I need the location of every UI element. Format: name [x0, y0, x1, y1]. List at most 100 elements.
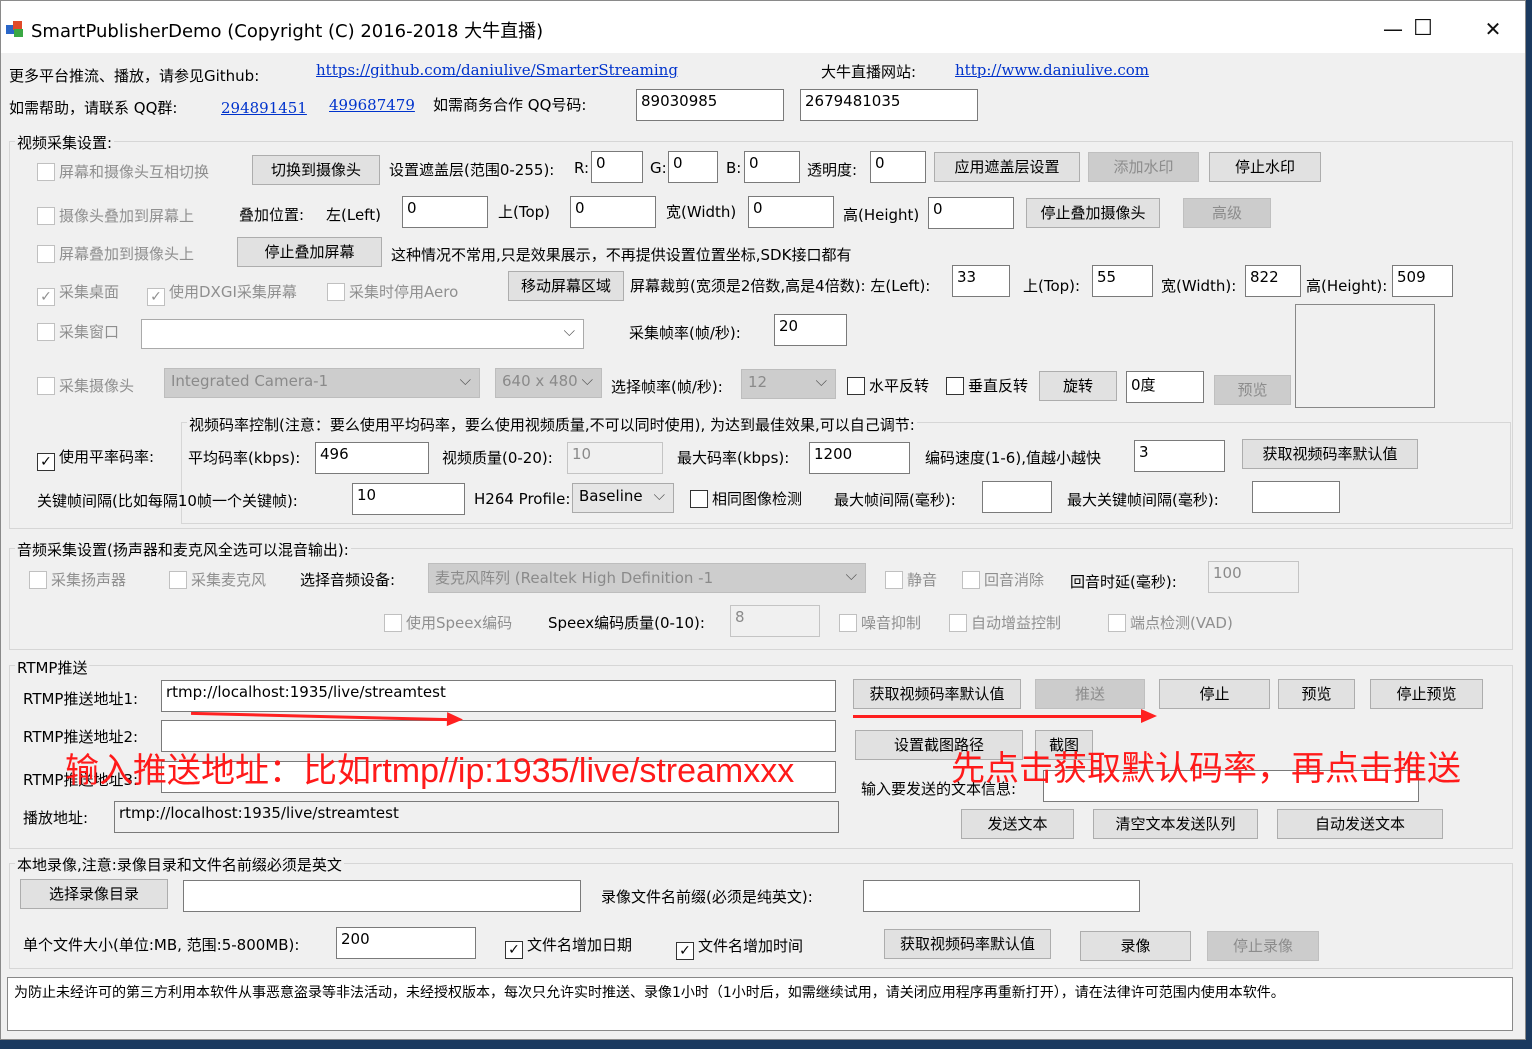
qq1-field[interactable]: 89030985: [636, 89, 784, 121]
prefix-input[interactable]: [863, 880, 1140, 912]
crop-top-input[interactable]: 55: [1092, 265, 1153, 297]
top-input[interactable]: 0: [570, 196, 656, 228]
rtmp-url1-label: RTMP推送地址1:: [23, 690, 139, 708]
crop-width-label: 宽(Width):: [1161, 277, 1237, 295]
fps-input[interactable]: 20: [774, 314, 847, 346]
add-time-checkbox[interactable]: ✓ 文件名增加时间: [676, 936, 803, 960]
clear-queue-button[interactable]: 清空文本发送队列: [1093, 809, 1258, 839]
get-default-bitrate-button[interactable]: 获取视频码率默认值: [1242, 439, 1418, 469]
stop-cam-overlay-button[interactable]: 停止叠加摄像头: [1026, 198, 1160, 228]
prefix-label: 录像文件名前缀(必须是纯英文):: [601, 888, 813, 906]
overlay-note: 这种情况不常用,只是效果展示，不再提供设置位置坐标,SDK接口都有: [391, 246, 852, 264]
switch-checkbox[interactable]: 屏幕和摄像头互相切换: [37, 162, 209, 182]
resolution-select[interactable]: 640 x 480 ⌵: [495, 368, 602, 398]
audio-device-select[interactable]: 麦克风阵列 (Realtek High Definition -1 ⌵: [428, 563, 866, 593]
vflip-checkbox[interactable]: 垂直反转: [946, 376, 1028, 396]
stop-screen-overlay-button[interactable]: 停止叠加屏幕: [237, 237, 382, 267]
quality-input[interactable]: 10: [567, 442, 663, 474]
advanced-button[interactable]: 高级: [1183, 198, 1271, 228]
biz-label: 如需商务合作 QQ号码:: [433, 96, 587, 114]
b-input[interactable]: 0: [744, 151, 800, 183]
alpha-label: 透明度:: [807, 161, 858, 179]
add-watermark-button[interactable]: 添加水印: [1088, 152, 1199, 182]
send-text-button[interactable]: 发送文本: [961, 809, 1074, 839]
use-avg-checkbox[interactable]: ✓ 使用平率码率:: [37, 447, 154, 471]
rtmp-url1-input[interactable]: rtmp://localhost:1935/live/streamtest: [161, 680, 836, 712]
camera-checkbox[interactable]: 采集摄像头: [37, 376, 134, 396]
aec-delay-input[interactable]: 100: [1208, 561, 1299, 593]
crop-width-input[interactable]: 822: [1245, 265, 1301, 297]
switch-to-camera-button[interactable]: 切换到摄像头: [252, 155, 380, 185]
chevron-down-icon: ⌵: [459, 371, 471, 389]
profile-select[interactable]: Baseline ⌵: [572, 483, 674, 513]
record-dir-input[interactable]: [183, 880, 581, 912]
g-input[interactable]: 0: [668, 151, 718, 183]
profile-label: H264 Profile:: [474, 490, 571, 508]
stop-record-button[interactable]: 停止录像: [1207, 931, 1319, 961]
r-input[interactable]: 0: [591, 151, 643, 183]
preview-button[interactable]: 预览: [1214, 375, 1291, 405]
height-input[interactable]: 0: [928, 197, 1014, 229]
camera-select[interactable]: Integrated Camera-1 ⌵: [164, 368, 480, 398]
hflip-checkbox[interactable]: 水平反转: [847, 376, 929, 396]
stop-preview-button[interactable]: 停止预览: [1370, 679, 1483, 709]
close-button[interactable]: ✕: [1463, 11, 1523, 47]
noise-suppression-checkbox[interactable]: 噪音抑制: [839, 613, 921, 633]
max-input[interactable]: 1200: [809, 442, 910, 474]
screen-on-cam-checkbox[interactable]: 屏幕叠加到摄像头上: [37, 244, 194, 264]
speex-checkbox[interactable]: 使用Speex编码: [384, 613, 512, 633]
maximize-button[interactable]: ☐: [1393, 11, 1453, 47]
site-link[interactable]: http://www.daniulive.com: [955, 61, 1149, 79]
cam-on-screen-checkbox[interactable]: 摄像头叠加到屏幕上: [37, 206, 194, 226]
avg-input[interactable]: 496: [315, 442, 429, 474]
gop-input[interactable]: 10: [352, 483, 465, 515]
title-bar[interactable]: SmartPublisherDemo (Copyright (C) 2016-2…: [1, 1, 1525, 53]
license-notice: 为防止未经许可的第三方利用本软件从事恶意盗录等非法活动，未经授权版本，每次只允许…: [7, 977, 1513, 1031]
speed-input[interactable]: 3: [1134, 440, 1225, 472]
crop-height-input[interactable]: 509: [1392, 265, 1453, 297]
record-button[interactable]: 录像: [1080, 931, 1191, 961]
choose-record-dir-button[interactable]: 选择录像目录: [20, 879, 168, 909]
window-checkbox[interactable]: 采集窗口: [37, 322, 119, 342]
move-region-button[interactable]: 移动屏幕区域: [508, 271, 624, 301]
vad-checkbox[interactable]: 端点检测(VAD): [1108, 613, 1233, 633]
record-get-default-button[interactable]: 获取视频码率默认值: [884, 929, 1051, 959]
width-input[interactable]: 0: [748, 196, 834, 228]
rtmp-get-default-button[interactable]: 获取视频码率默认值: [853, 679, 1021, 709]
max-key-interval-input[interactable]: [1252, 481, 1340, 513]
file-size-input[interactable]: 200: [336, 927, 476, 959]
crop-left-input[interactable]: 33: [952, 265, 1010, 297]
add-date-checkbox[interactable]: ✓ 文件名增加日期: [505, 935, 632, 959]
qq2-field[interactable]: 2679481035: [800, 89, 978, 121]
cam-fps-select[interactable]: 12 ⌵: [741, 369, 836, 399]
window-select[interactable]: ⌵: [141, 319, 584, 349]
agc-checkbox[interactable]: 自动增益控制: [949, 613, 1061, 633]
speaker-checkbox[interactable]: 采集扬声器: [29, 570, 126, 590]
github-link[interactable]: https://github.com/daniulive/SmarterStre…: [316, 61, 678, 79]
push-button[interactable]: 推送: [1035, 679, 1145, 709]
rotate-button[interactable]: 旋转: [1039, 371, 1117, 401]
qq-group2-link[interactable]: 499687479: [329, 96, 415, 114]
stop-watermark-button[interactable]: 停止水印: [1209, 152, 1321, 182]
auto-send-button[interactable]: 自动发送文本: [1277, 809, 1443, 839]
stop-push-button[interactable]: 停止: [1159, 679, 1270, 709]
aero-checkbox[interactable]: 采集时停用Aero: [327, 282, 458, 302]
desktop-checkbox[interactable]: ✓ 采集桌面: [37, 282, 119, 306]
app-window: SmartPublisherDemo (Copyright (C) 2016-2…: [0, 0, 1526, 1040]
qq-group1-link[interactable]: 294891451: [221, 99, 307, 117]
mute-checkbox[interactable]: 静音: [885, 570, 937, 590]
max-interval-input[interactable]: [982, 481, 1052, 513]
alpha-input[interactable]: 0: [870, 151, 926, 183]
apply-mask-button[interactable]: 应用遮盖层设置: [934, 152, 1080, 182]
dxgi-checkbox[interactable]: ✓ 使用DXGI采集屏幕: [147, 282, 297, 306]
rtmp-preview-button[interactable]: 预览: [1278, 679, 1355, 709]
avg-label: 平均码率(kbps):: [188, 449, 301, 467]
mic-checkbox[interactable]: 采集麦克风: [169, 570, 266, 590]
top-label: 上(Top): [498, 203, 551, 221]
left-input[interactable]: 0: [402, 196, 488, 228]
crop-label: 屏幕裁剪(宽须是2倍数,高是4倍数): 左(Left):: [630, 277, 931, 295]
aec-checkbox[interactable]: 回音消除: [962, 570, 1044, 590]
same-image-checkbox[interactable]: 相同图像检测: [690, 489, 802, 509]
g-label: G:: [650, 159, 667, 177]
speex-quality-input[interactable]: 8: [730, 605, 820, 637]
